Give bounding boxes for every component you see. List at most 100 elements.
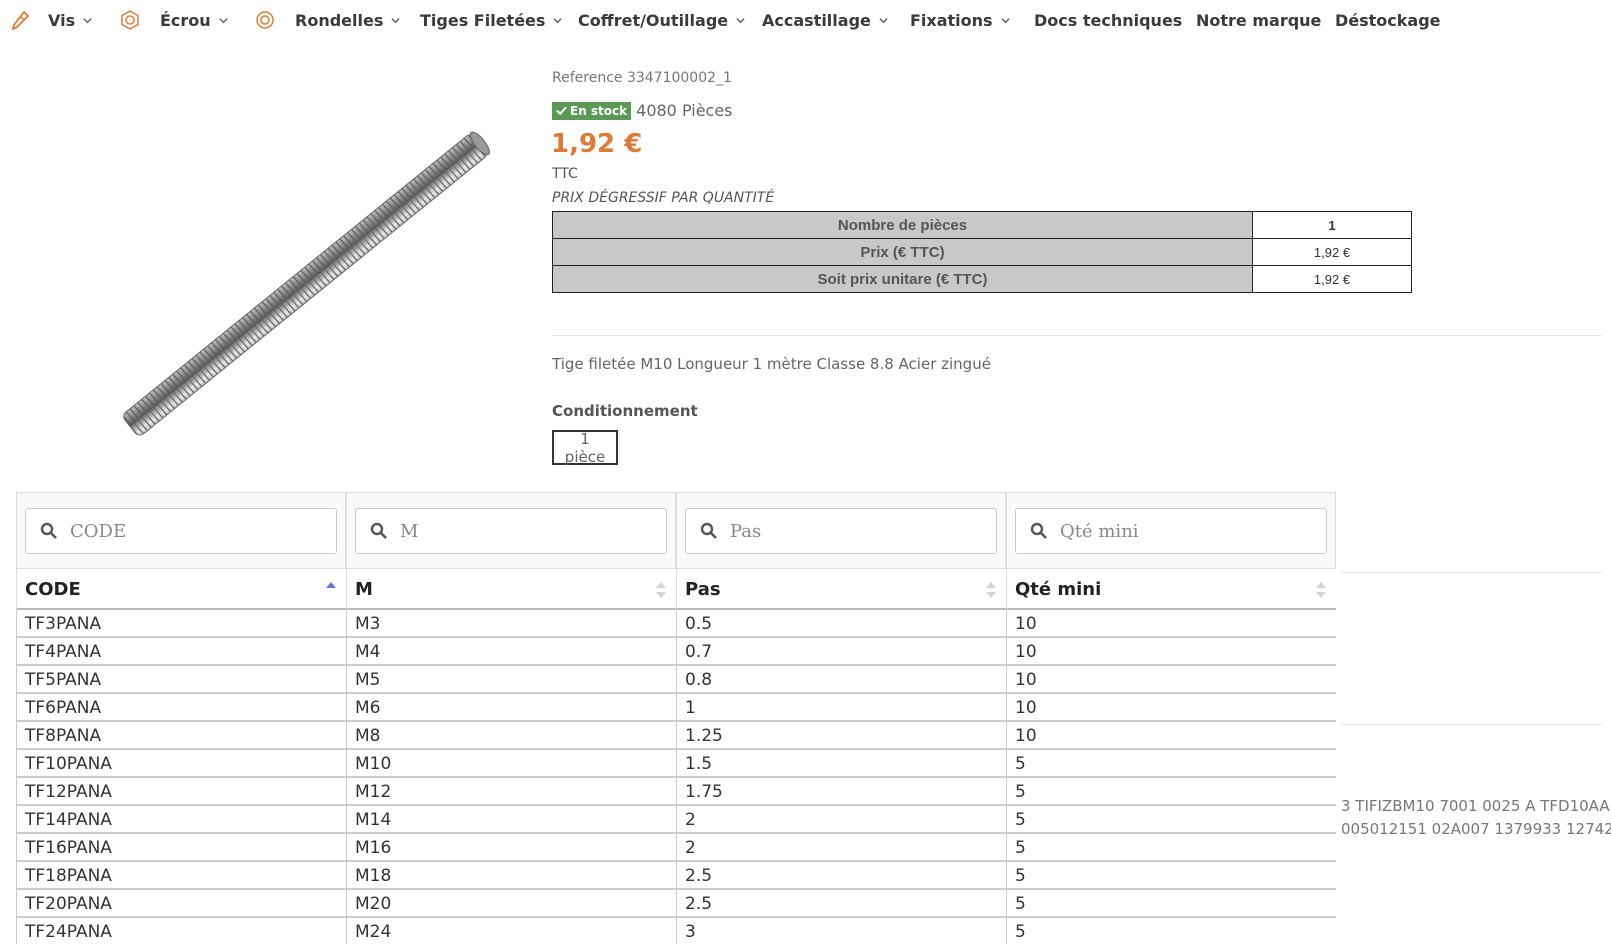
- table-row[interactable]: TF12PANA M12 1.75 5: [16, 778, 1336, 806]
- qty-value: 1: [1252, 211, 1412, 239]
- sort-icon: [1316, 582, 1326, 598]
- cell-code: TF3PANA: [16, 610, 346, 638]
- chevron-down-icon: [553, 17, 562, 23]
- cell-pas: 0.5: [676, 610, 1006, 638]
- cell-code: TF14PANA: [16, 806, 346, 834]
- nav-item-accastillage[interactable]: Accastillage: [762, 0, 888, 40]
- qty-value: 1,92 €: [1252, 265, 1412, 293]
- filter-placeholder: Qté mini: [1060, 520, 1139, 542]
- cell-code: TF18PANA: [16, 862, 346, 890]
- nav-item-tiges-filetees[interactable]: Tiges Filetées: [420, 0, 562, 40]
- cell-m: M5: [346, 666, 676, 694]
- table-row[interactable]: TF8PANA M8 1.25 10: [16, 722, 1336, 750]
- column-header-label: Pas: [685, 578, 721, 600]
- screw-icon: [11, 10, 30, 30]
- table-row[interactable]: TF16PANA M16 2 5: [16, 834, 1336, 862]
- cell-code: TF6PANA: [16, 694, 346, 722]
- divider: [552, 335, 1602, 336]
- sort-icon: [656, 582, 666, 598]
- table-row[interactable]: TF20PANA M20 2.5 5: [16, 890, 1336, 918]
- cell-qte-mini: 5: [1006, 890, 1336, 918]
- tax-label: TTC: [552, 166, 578, 182]
- column-header-m[interactable]: M: [346, 569, 676, 609]
- nav-label: Coffret/Outillage: [578, 10, 729, 30]
- filter-input-pas[interactable]: Pas: [685, 508, 997, 554]
- nav-item-notre-marque[interactable]: Notre marque: [1196, 0, 1321, 40]
- product-price: 1,92 €: [551, 129, 643, 159]
- conditionnement-label: Conditionnement: [552, 402, 698, 420]
- cell-qte-mini: 5: [1006, 806, 1336, 834]
- cell-m: M16: [346, 834, 676, 862]
- table-row[interactable]: TF3PANA M3 0.5 10: [16, 610, 1336, 638]
- check-icon: [556, 106, 567, 116]
- column-header-pas[interactable]: Pas: [676, 569, 1006, 609]
- filter-input-code[interactable]: CODE: [25, 508, 337, 554]
- filter-input-m[interactable]: M: [355, 508, 667, 554]
- cell-qte-mini: 5: [1006, 834, 1336, 862]
- cell-pas: 3: [676, 918, 1006, 944]
- cell-pas: 1.25: [676, 722, 1006, 750]
- cell-code: TF5PANA: [16, 666, 346, 694]
- conditionnement-option-button[interactable]: 1 pièce: [552, 430, 618, 466]
- table-row[interactable]: TF5PANA M5 0.8 10: [16, 666, 1336, 694]
- chevron-down-icon: [1001, 17, 1010, 23]
- table-row[interactable]: TF24PANA M24 3 5: [16, 918, 1336, 944]
- chevron-down-icon: [736, 17, 745, 23]
- filter-cell: CODE: [16, 493, 346, 569]
- search-icon: [1030, 522, 1047, 539]
- qty-row: Nombre de pièces 1: [552, 211, 1412, 239]
- cell-pas: 2: [676, 834, 1006, 862]
- nav-item-ecrou[interactable]: Écrou: [120, 0, 228, 40]
- cell-code: TF12PANA: [16, 778, 346, 806]
- chevron-down-icon: [879, 17, 888, 23]
- stock-row: En stock 4080 Pièces: [552, 101, 733, 120]
- table-row[interactable]: TF14PANA M14 2 5: [16, 806, 1336, 834]
- column-header-code[interactable]: CODE: [16, 569, 346, 609]
- variants-table: CODE M Pas Qté mini CODE M Pas Qté mini …: [16, 492, 1336, 944]
- cell-pas: 1.75: [676, 778, 1006, 806]
- sort-icon: [986, 582, 996, 598]
- qty-label: Soit prix unitare (€ TTC): [552, 265, 1253, 293]
- nav-label: Docs techniques: [1034, 10, 1183, 30]
- filter-placeholder: M: [400, 520, 419, 542]
- nav-item-rondelles[interactable]: Rondelles: [255, 0, 400, 40]
- nav-item-vis[interactable]: Vis: [10, 0, 92, 40]
- cell-m: M12: [346, 778, 676, 806]
- cell-m: M24: [346, 918, 676, 944]
- table-row[interactable]: TF6PANA M6 1 10: [16, 694, 1336, 722]
- nav-item-docs-techniques[interactable]: Docs techniques: [1034, 0, 1182, 40]
- nav-label: Fixations: [910, 10, 993, 30]
- cell-m: M4: [346, 638, 676, 666]
- quantity-price-table: Nombre de pièces 1 Prix (€ TTC) 1,92 € S…: [552, 211, 1412, 293]
- cell-pas: 0.7: [676, 638, 1006, 666]
- cell-code: TF24PANA: [16, 918, 346, 944]
- cell-code: TF10PANA: [16, 750, 346, 778]
- table-row[interactable]: TF10PANA M10 1.5 5: [16, 750, 1336, 778]
- main-nav: Vis Écrou Rondelles Tiges Filetées Coffr…: [0, 0, 1611, 40]
- stock-count: 4080 Pièces: [636, 101, 733, 120]
- nav-label: Écrou: [160, 10, 211, 30]
- column-header-qte-mini[interactable]: Qté mini: [1006, 569, 1336, 609]
- filter-placeholder: CODE: [70, 520, 127, 542]
- table-row[interactable]: TF18PANA M18 2.5 5: [16, 862, 1336, 890]
- cell-m: M20: [346, 890, 676, 918]
- nav-label: Rondelles: [295, 10, 384, 30]
- nav-item-fixations[interactable]: Fixations: [910, 0, 1010, 40]
- product-codes-line: 005012151 02A007 1379933 12742: [1341, 820, 1611, 838]
- chevron-down-icon: [219, 17, 228, 23]
- cell-m: M8: [346, 722, 676, 750]
- cell-m: M10: [346, 750, 676, 778]
- filter-input-qte-mini[interactable]: Qté mini: [1015, 508, 1327, 554]
- table-body: TF3PANA M3 0.5 10 TF4PANA M4 0.7 10 TF5PANA M5 0.8…: [16, 610, 1336, 944]
- nav-item-destockage[interactable]: Déstockage: [1335, 0, 1441, 40]
- cell-pas: 2: [676, 806, 1006, 834]
- qty-label: Nombre de pièces: [552, 211, 1253, 239]
- nav-label: Tiges Filetées: [420, 10, 546, 30]
- cell-code: TF4PANA: [16, 638, 346, 666]
- nav-item-coffret-outillage[interactable]: Coffret/Outillage: [578, 0, 745, 40]
- table-row[interactable]: TF4PANA M4 0.7 10: [16, 638, 1336, 666]
- chevron-down-icon: [391, 17, 400, 23]
- cell-qte-mini: 10: [1006, 694, 1336, 722]
- qty-label: Prix (€ TTC): [552, 238, 1253, 266]
- cell-code: TF20PANA: [16, 890, 346, 918]
